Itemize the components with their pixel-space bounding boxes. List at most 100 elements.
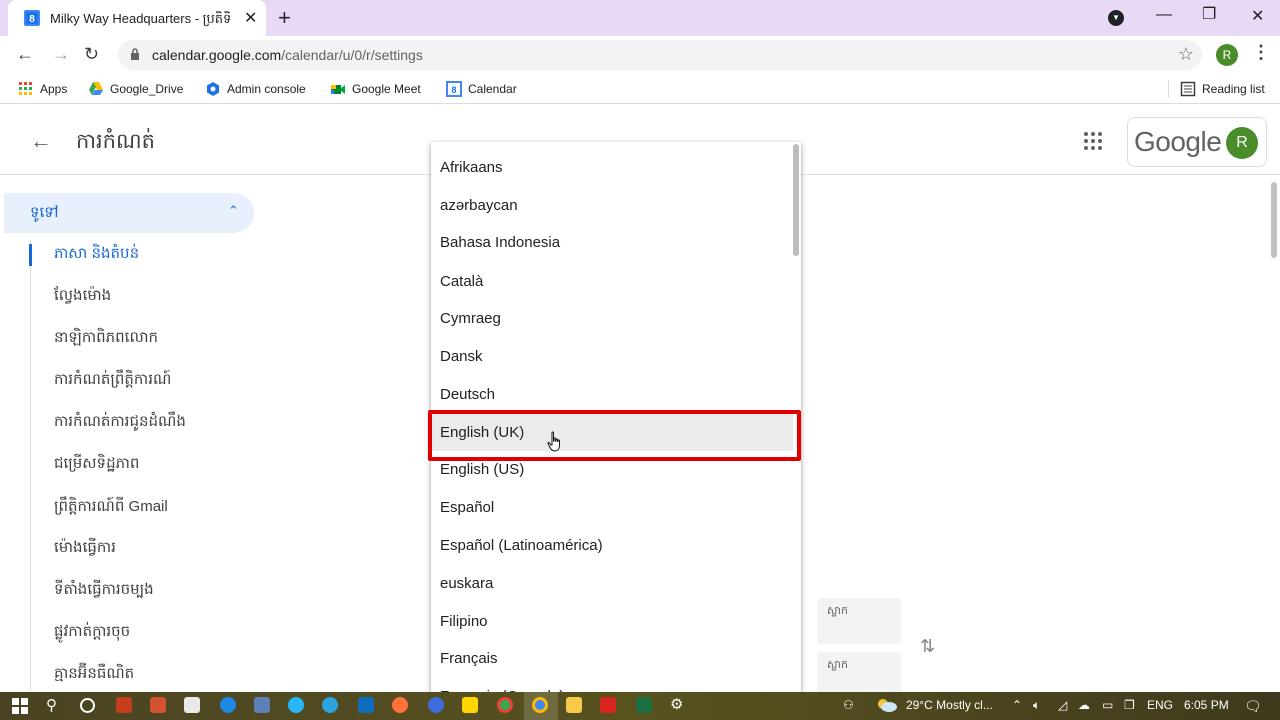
acrobat-icon[interactable] xyxy=(600,697,616,713)
taskbar-app-icon[interactable] xyxy=(428,697,444,713)
language-option[interactable]: Español xyxy=(431,489,793,526)
apps-grid-icon xyxy=(19,82,32,95)
volume-icon[interactable]: 🔈︎ xyxy=(1033,698,1040,713)
reading-list-button[interactable]: Reading list xyxy=(1180,81,1265,97)
file-explorer-icon[interactable] xyxy=(566,697,582,713)
sidebar-item-language-region[interactable]: ភាសា និងតំបន់ xyxy=(54,244,139,266)
bookmark-admin-console[interactable]: Admin console xyxy=(205,81,306,97)
back-icon[interactable]: ← xyxy=(16,44,34,65)
hand-cursor-icon xyxy=(547,431,560,452)
google-drive-icon xyxy=(89,82,103,95)
page-title: ការកំណត់ xyxy=(76,130,155,153)
sidebar-item-working-location[interactable]: ទីតាំងធ្វើការចម្បង xyxy=(54,580,154,602)
chevron-up-icon: ⌃ xyxy=(228,203,239,218)
language-option[interactable]: euskara xyxy=(431,565,793,602)
timezone-label-field[interactable]: ស្លាក xyxy=(817,598,901,644)
battery-icon[interactable]: ▭ xyxy=(1102,698,1113,712)
taskbar-app-icon[interactable] xyxy=(116,697,132,713)
browser-menu-icon[interactable]: ⋮ xyxy=(1252,42,1270,63)
browser-tab[interactable]: 8 Milky Way Headquarters - ប្រតិទិ ✕ xyxy=(8,0,266,36)
tab-title: Milky Way Headquarters - ប្រតិទិ xyxy=(50,11,232,26)
firefox-icon[interactable] xyxy=(392,697,408,713)
svg-text:8: 8 xyxy=(451,85,456,95)
notifications-icon[interactable]: 🗨︎ xyxy=(1244,698,1262,715)
language-option[interactable]: Bahasa Indonesia xyxy=(431,224,793,261)
tab-search-icon[interactable]: ▼ xyxy=(1108,10,1124,26)
sidebar-item-view-options[interactable]: ជម្រើសទិដ្ឋភាព xyxy=(54,454,139,476)
chrome-icon[interactable] xyxy=(497,697,513,713)
sidebar-item-working-hours[interactable]: ម៉ោងធ្វើការ xyxy=(54,538,116,560)
back-arrow-icon[interactable]: ← xyxy=(30,128,52,154)
language-option[interactable]: Dansk xyxy=(431,338,793,375)
address-bar[interactable]: calendar.google.com/calendar/u/0/r/setti… xyxy=(118,40,1202,70)
weather-cloud-icon[interactable] xyxy=(876,698,898,712)
cortana-icon[interactable] xyxy=(80,698,95,713)
language-option[interactable]: Català xyxy=(431,263,793,300)
restore-icon[interactable]: ❐ xyxy=(1202,4,1216,24)
page-scrollbar[interactable] xyxy=(1271,182,1277,258)
annotation-highlight-box xyxy=(428,410,801,461)
lock-icon xyxy=(131,48,139,60)
language-option[interactable]: Español (Latinoamérica) xyxy=(431,527,793,564)
telegram-icon[interactable] xyxy=(322,697,338,713)
close-window-icon[interactable]: ✕ xyxy=(1251,6,1264,26)
language-option[interactable]: Cymraeg xyxy=(431,300,793,337)
taskbar-app-icon[interactable] xyxy=(288,697,304,713)
bookmark-star-icon[interactable]: ☆ xyxy=(1178,44,1194,65)
bookmarks-bar: Apps Google_Drive Admin console Google M… xyxy=(0,74,1280,104)
excel-icon[interactable] xyxy=(636,697,652,713)
language-option[interactable]: Deutsch xyxy=(431,376,793,413)
google-account-button[interactable]: Google R xyxy=(1127,117,1267,167)
tablet-mode-icon[interactable]: ❐ xyxy=(1124,698,1135,712)
sidebar-item-world-clock[interactable]: នាឡិកាពិភពលោក xyxy=(54,328,158,350)
people-icon[interactable]: ⚇ xyxy=(843,698,854,712)
sidebar-section-general[interactable]: ទូទៅ ⌃ xyxy=(4,193,254,233)
language-option[interactable]: Français xyxy=(431,640,793,677)
sidebar-item-offline[interactable]: គ្មានអ៊ីនធឺណិត xyxy=(54,664,134,686)
windows-start-icon[interactable] xyxy=(12,698,28,714)
calendar-icon: 8 xyxy=(446,81,462,97)
minimize-icon[interactable]: — xyxy=(1156,6,1172,24)
taskbar-app-icon[interactable] xyxy=(254,697,270,713)
chrome-icon[interactable] xyxy=(532,697,548,713)
wifi-icon[interactable]: ◿ xyxy=(1058,698,1067,712)
bookmark-calendar[interactable]: 8 Calendar xyxy=(446,81,517,97)
google-apps-icon[interactable] xyxy=(1082,130,1104,152)
sidebar-item-event-settings[interactable]: ការកំណត់ព្រឹត្តិការណ៍ xyxy=(54,370,171,392)
new-tab-button[interactable]: + xyxy=(278,5,291,31)
language-option[interactable]: Filipino xyxy=(431,603,793,640)
input-language[interactable]: ENG xyxy=(1147,698,1173,712)
outlook-icon[interactable] xyxy=(358,697,374,713)
taskbar-app-icon[interactable] xyxy=(184,697,200,713)
language-option[interactable]: azərbaycan xyxy=(431,187,793,224)
bookmark-google-drive[interactable]: Google_Drive xyxy=(88,81,183,97)
google-logo: Google xyxy=(1134,126,1222,157)
show-hidden-icons[interactable]: ⌃ xyxy=(1012,698,1022,712)
reload-icon[interactable]: ↻ xyxy=(84,44,99,65)
bookmark-google-meet[interactable]: Google Meet xyxy=(330,81,421,97)
account-avatar: R xyxy=(1226,127,1258,159)
onedrive-icon[interactable]: ☁ xyxy=(1078,698,1090,712)
clock-time[interactable]: 6:05 PM xyxy=(1184,698,1229,712)
dropdown-scrollbar[interactable] xyxy=(793,144,799,256)
sticky-notes-icon[interactable] xyxy=(462,697,478,713)
sidebar-item-events-from-gmail[interactable]: ព្រឹត្តិការណ៍ពី Gmail xyxy=(54,497,168,519)
language-option[interactable]: Afrikaans xyxy=(431,149,793,186)
forward-icon[interactable]: → xyxy=(52,44,70,65)
sidebar-item-time-zone[interactable]: ល្វែងម៉ោង xyxy=(54,286,111,308)
bookmarks-divider xyxy=(1168,80,1169,98)
weather-text[interactable]: 29°C Mostly cl... xyxy=(906,698,993,712)
swap-timezones-icon[interactable]: ⇅ xyxy=(920,636,935,657)
taskbar-app-icon[interactable] xyxy=(220,697,236,713)
search-icon[interactable]: ⚲ xyxy=(46,696,57,714)
sidebar-item-keyboard-shortcuts[interactable]: ផ្លូវកាត់ក្ដារចុច xyxy=(54,622,130,644)
url-host: calendar.google.com xyxy=(152,47,282,63)
active-indicator xyxy=(29,244,32,266)
sidebar-tree-line xyxy=(30,240,31,690)
bookmark-apps[interactable]: Apps xyxy=(18,81,67,97)
settings-gear-icon[interactable]: ⚙ xyxy=(670,695,683,713)
close-tab-icon[interactable]: ✕ xyxy=(244,8,257,28)
taskbar-app-icon[interactable] xyxy=(150,697,166,713)
profile-avatar[interactable]: R xyxy=(1216,44,1238,66)
sidebar-item-notification-settings[interactable]: ការកំណត់ការជូនដំណឹង xyxy=(54,412,186,434)
